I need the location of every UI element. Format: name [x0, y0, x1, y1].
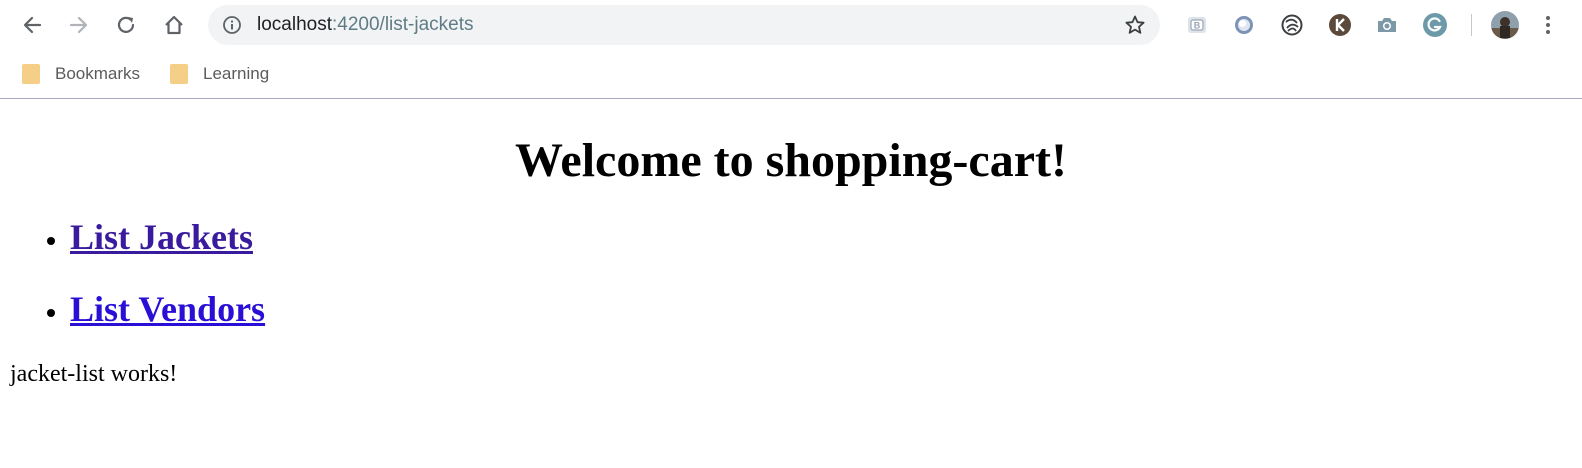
- bookmark-folder-bookmarks[interactable]: Bookmarks: [22, 62, 140, 86]
- arrow-right-icon: [69, 16, 88, 34]
- reload-icon: [117, 16, 135, 33]
- bookmark-folder-learning[interactable]: Learning: [170, 62, 269, 86]
- bookmark-star-icon[interactable]: [1124, 14, 1146, 36]
- url-host: localhost: [257, 14, 332, 35]
- forward-button[interactable]: [63, 9, 95, 41]
- folder-icon: [170, 64, 188, 84]
- toolbar-divider: [1471, 14, 1472, 36]
- page-content: Welcome to shopping-cart! List Jackets L…: [0, 99, 1582, 468]
- page-title: Welcome to shopping-cart!: [515, 134, 1067, 187]
- bookmark-label: Learning: [203, 64, 270, 83]
- avatar[interactable]: [1490, 10, 1520, 40]
- home-icon: [165, 15, 183, 35]
- menu-kebab-icon[interactable]: [1538, 12, 1558, 38]
- url-path: :4200/list-jackets: [332, 14, 474, 35]
- home-button[interactable]: [158, 9, 190, 41]
- site-info-icon[interactable]: [222, 15, 242, 35]
- arrow-left-icon: [23, 16, 42, 34]
- bookmark-label: Bookmarks: [55, 64, 141, 83]
- circle-extension-icon[interactable]: [1231, 12, 1257, 38]
- address-bar[interactable]: localhost:4200/list-jackets: [208, 5, 1160, 45]
- reload-button[interactable]: [110, 9, 142, 41]
- browser-toolbar: localhost:4200/list-jackets B: [0, 0, 1582, 50]
- bitwarden-icon[interactable]: B: [1184, 12, 1210, 38]
- bookmarks-bar: Bookmarks Learning: [0, 50, 1582, 99]
- grammarly-icon[interactable]: [1422, 12, 1448, 38]
- component-status-text: jacket-list works!: [10, 361, 178, 387]
- folder-icon: [22, 64, 40, 84]
- camera-icon[interactable]: [1374, 12, 1400, 38]
- bullet: [47, 237, 55, 245]
- url-text[interactable]: localhost:4200/list-jackets: [257, 14, 474, 36]
- svg-text:B: B: [1194, 21, 1201, 31]
- bullet: [47, 309, 55, 317]
- back-button[interactable]: [16, 9, 48, 41]
- list-vendors-link[interactable]: List Vendors: [70, 289, 265, 329]
- k-extension-icon[interactable]: [1327, 12, 1353, 38]
- list-jackets-link[interactable]: List Jackets: [70, 217, 253, 257]
- swirl-extension-icon[interactable]: [1279, 12, 1305, 38]
